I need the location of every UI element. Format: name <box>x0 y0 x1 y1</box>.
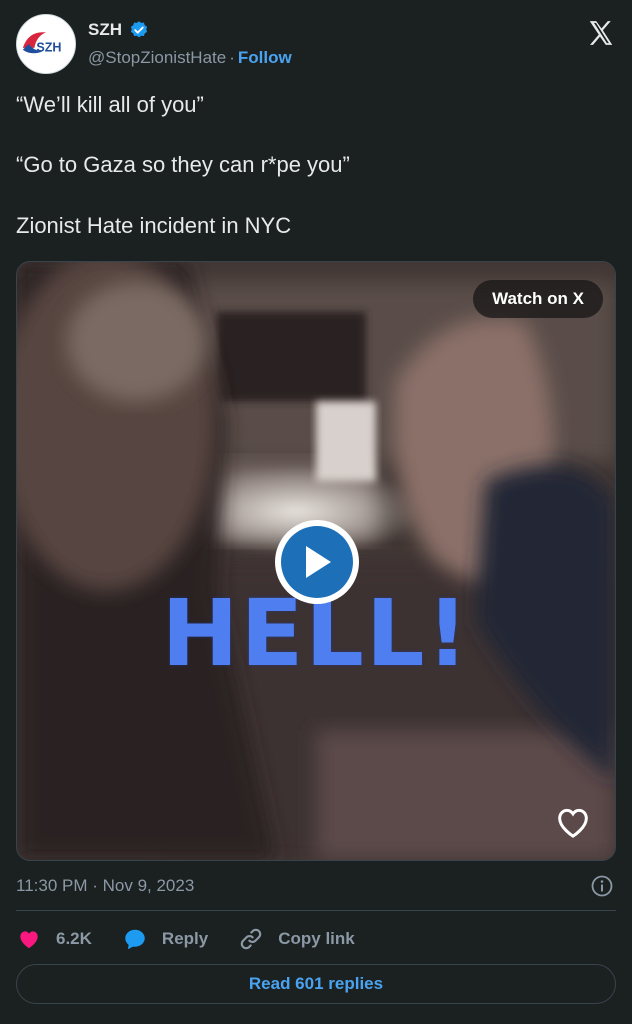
heart-filled-icon <box>20 931 38 949</box>
tweet-header: SZH SZH @StopZionistHate · Follow <box>16 14 616 78</box>
szh-logo-icon: SZH <box>17 15 75 73</box>
info-icon[interactable] <box>590 874 614 898</box>
tweet-line-3: Zionist Hate incident in NYC <box>16 212 292 238</box>
play-button-inner <box>281 526 353 598</box>
video-player[interactable]: HELL! Watch on X <box>16 261 616 861</box>
reply-label: Reply <box>161 929 209 948</box>
watch-on-x-button[interactable]: Watch on X <box>473 280 603 318</box>
link-icon <box>240 928 262 950</box>
separator: · <box>229 48 235 67</box>
play-button[interactable] <box>275 520 359 604</box>
author-block: SZH @StopZionistHate · Follow <box>88 20 292 68</box>
svg-text:SZH: SZH <box>36 41 61 55</box>
reply-button[interactable]: Reply <box>122 926 208 952</box>
heart-icon[interactable] <box>553 802 593 842</box>
x-logo-icon[interactable] <box>586 18 616 48</box>
tweet-actions: 6.2K Reply Copy link <box>16 922 385 956</box>
copy-link-label: Copy link <box>278 929 355 948</box>
verified-badge-icon <box>131 21 148 38</box>
copy-link-button[interactable]: Copy link <box>238 926 355 952</box>
like-count: 6.2K <box>56 929 92 948</box>
tweet-line-2: “Go to Gaza so they can r*pe you” <box>16 152 350 178</box>
display-name[interactable]: SZH <box>88 20 122 40</box>
follow-button[interactable]: Follow <box>238 48 292 67</box>
play-icon <box>306 546 331 578</box>
like-button[interactable]: 6.2K <box>16 926 92 952</box>
avatar[interactable]: SZH <box>16 14 76 74</box>
tweet-timestamp[interactable]: 11:30 PM · Nov 9, 2023 <box>16 876 194 896</box>
reply-bubble-icon <box>125 929 145 950</box>
handle-row: @StopZionistHate · Follow <box>88 48 292 68</box>
tweet-text: “We’ll kill all of you” “Go to Gaza so t… <box>16 92 616 239</box>
tweet-line-1: “We’ll kill all of you” <box>16 92 204 117</box>
divider <box>16 910 616 911</box>
handle[interactable]: @StopZionistHate <box>88 48 226 67</box>
read-replies-button[interactable]: Read 601 replies <box>16 964 616 1004</box>
